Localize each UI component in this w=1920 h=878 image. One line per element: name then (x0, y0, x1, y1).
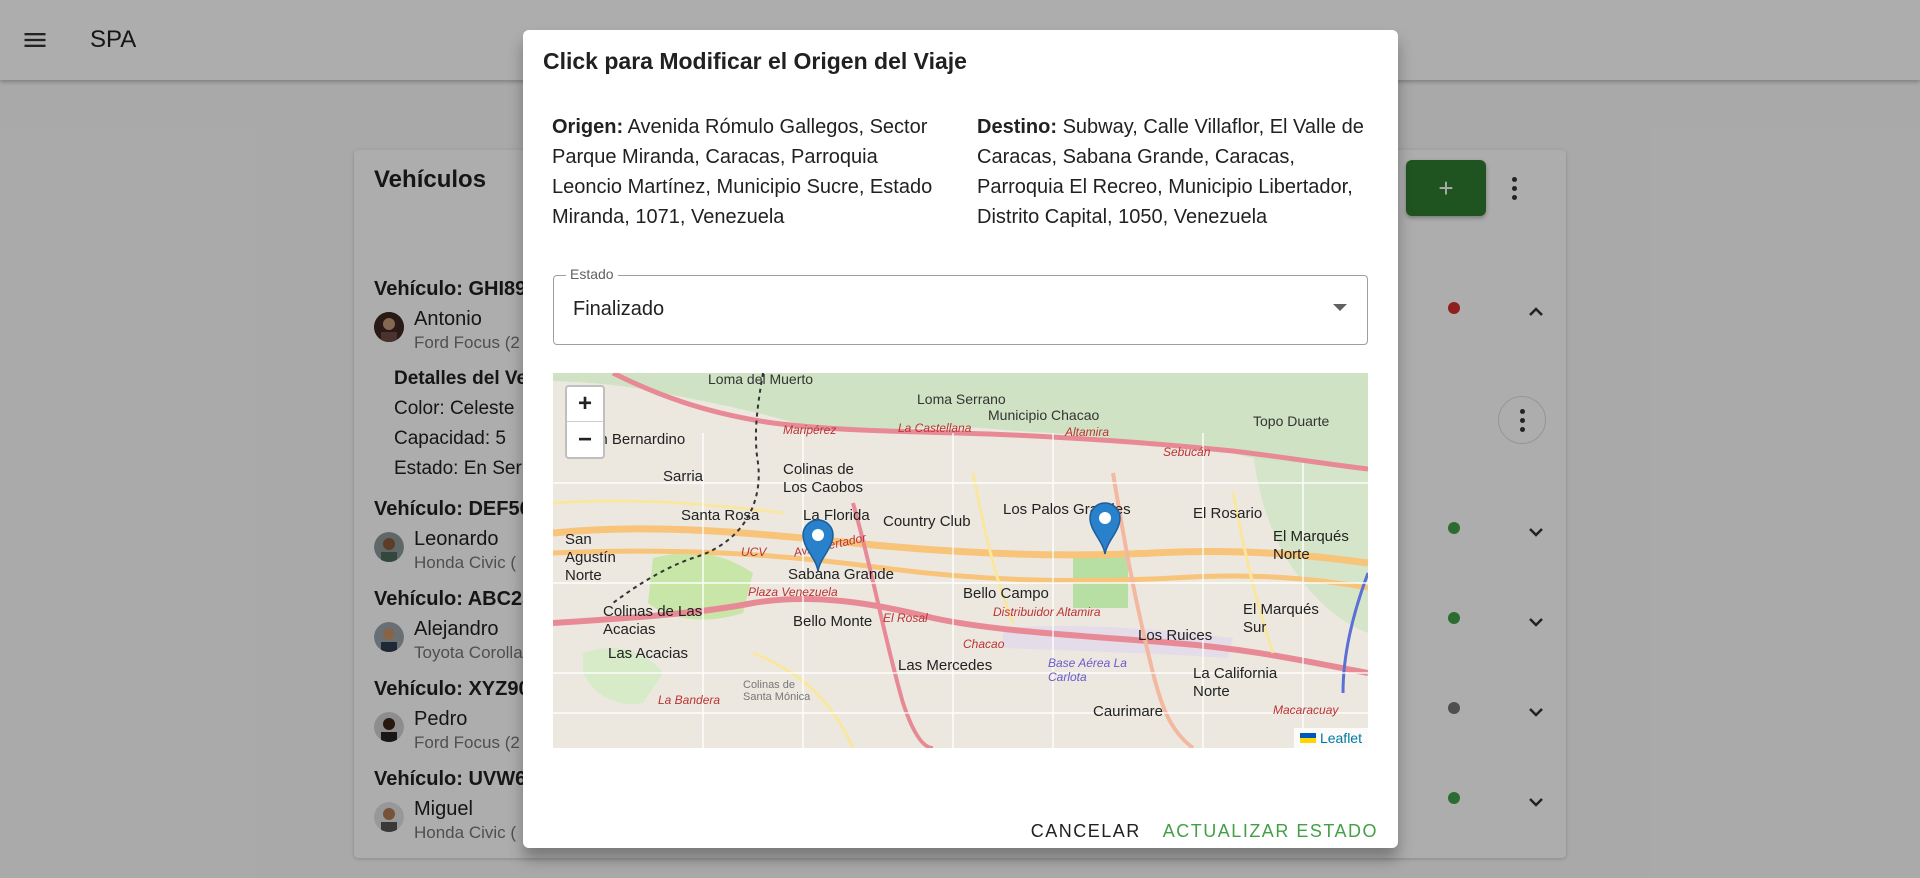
origin-label: Origen: (552, 116, 624, 138)
map-label: Bello Monte (793, 613, 873, 630)
origin-marker-icon[interactable] (1088, 501, 1122, 555)
map-label: El Marqués Norte (1273, 528, 1349, 563)
map-label: El Rosal (883, 611, 928, 625)
map-label: Colinas de Santa Mónica (743, 679, 811, 703)
edit-trip-dialog: Click para Modificar el Origen del Viaje… (523, 30, 1398, 848)
map-label: Macaracuay (1273, 703, 1339, 717)
map-label: Loma del Muerto (708, 373, 814, 387)
cancel-button[interactable]: CANCELAR (1031, 815, 1141, 848)
destination-marker-icon[interactable] (801, 518, 835, 572)
dialog-actions: CANCELAR ACTUALIZAR ESTADO (1031, 815, 1378, 848)
map-label: Colinas de Los Caobos (783, 461, 864, 496)
map-label: Plaza Venezuela (748, 585, 838, 599)
zoom-in-button[interactable]: + (567, 387, 603, 422)
map-label: La Castellana (898, 421, 972, 435)
map-label: Sebucán (1163, 445, 1211, 459)
zoom-out-button[interactable]: − (567, 422, 603, 457)
map-label: San Agustín Norte (565, 531, 616, 584)
dialog-title: Click para Modificar el Origen del Viaje (543, 48, 967, 74)
status-select-label: Estado (566, 266, 618, 282)
map-label: Colinas de Las Acacias (603, 603, 703, 638)
map-label: La California Norte (1193, 665, 1278, 700)
zoom-control: + − (565, 385, 605, 459)
map-label: Loma Serrano (917, 391, 1006, 407)
map-attribution[interactable]: Leaflet (1293, 728, 1368, 748)
origin-address: Origen: Avenida Rómulo Gallegos, Sector … (552, 112, 947, 232)
dropdown-arrow-icon (1333, 304, 1347, 311)
map-label: El Marqués Sur (1243, 601, 1319, 636)
map-label: Base Aérea La Carlota (1048, 656, 1127, 684)
ukraine-flag-icon (1299, 733, 1316, 743)
map-label: Bello Campo (963, 585, 1049, 602)
map-label: Caurimare (1093, 703, 1164, 720)
map-label: Maripérez (783, 423, 837, 437)
map-label: Topo Duarte (1253, 413, 1330, 429)
leaflet-link[interactable]: Leaflet (1320, 730, 1362, 746)
update-status-button[interactable]: ACTUALIZAR ESTADO (1163, 815, 1378, 848)
status-select[interactable]: Estado Finalizado (553, 266, 1368, 345)
map-label: Los Ruices (1138, 627, 1213, 644)
map-label: Chacao (963, 637, 1005, 651)
map-label: UCV (741, 545, 767, 559)
map-label: Santa Rosa (681, 507, 760, 524)
map-label: Country Club (883, 513, 971, 530)
status-select-value: Finalizado (573, 298, 665, 320)
map-label: Distribuidor Altamira (993, 605, 1101, 619)
destination-address: Destino: Subway, Calle Villaflor, El Val… (977, 112, 1372, 232)
map-label: Sarria (663, 468, 704, 485)
map-label: Municipio Chacao (988, 407, 1100, 423)
map[interactable]: Loma del Muerto Loma Serrano Municipio C… (553, 373, 1368, 748)
map-label: La Bandera (658, 693, 721, 707)
map-label: Las Acacias (608, 645, 689, 662)
destination-label: Destino: (977, 116, 1057, 138)
map-label: Las Mercedes (898, 657, 993, 674)
map-label: El Rosario (1193, 505, 1263, 522)
map-label: Altamira (1065, 425, 1110, 439)
